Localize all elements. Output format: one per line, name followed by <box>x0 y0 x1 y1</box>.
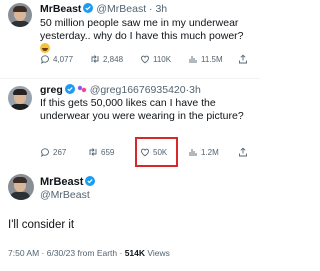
views-button[interactable]: 1.2M <box>188 147 219 157</box>
views-icon <box>189 56 197 63</box>
author-handle[interactable]: @greg16676935420 <box>90 84 186 96</box>
author-name[interactable]: MrBeast <box>40 176 83 188</box>
views-icon <box>189 149 197 156</box>
share-icon <box>239 54 247 64</box>
verified-badge-icon <box>85 176 96 186</box>
author-name[interactable]: greg <box>40 84 63 96</box>
tweet-text: 50 million people saw me in my underwear… <box>40 17 245 56</box>
share-icon <box>239 147 247 157</box>
reply-icon <box>41 148 49 157</box>
verified-badge-icon <box>83 3 94 13</box>
tweet-time[interactable]: 3h <box>155 3 167 15</box>
author-handle[interactable]: @MrBeast <box>40 189 90 201</box>
retweet-icon <box>89 148 97 156</box>
tweet-actions: 4,077 2,848 110K 11.5M <box>40 54 256 68</box>
avatar[interactable] <box>8 3 32 27</box>
affiliate-badge-icon <box>77 85 86 93</box>
author-handle[interactable]: @MrBeast <box>96 3 146 15</box>
tweet-text: If this gets 50,000 likes can I have the… <box>40 97 244 122</box>
tweet-greg[interactable]: greg @greg16676935420·3h If this gets 50… <box>0 82 260 142</box>
tweet-text: I'll consider it <box>8 219 75 231</box>
share-button[interactable] <box>238 54 248 64</box>
retweet-icon <box>91 55 99 63</box>
avatar[interactable] <box>8 86 32 110</box>
author-name[interactable]: MrBeast <box>40 3 81 15</box>
tweet-meta: 7:50 AM · 6/30/23 from Earth · 514K View… <box>8 248 170 258</box>
like-highlight-box <box>135 137 178 167</box>
views-count: 514K <box>124 248 146 258</box>
views-label: Views <box>147 248 170 258</box>
tweet-mrbeast[interactable]: MrBeast @MrBeast · 3h 50 million people … <box>0 0 260 70</box>
reply-button[interactable]: 4,077 <box>40 54 73 64</box>
tweet-timestamp[interactable]: 7:50 AM · 6/30/23 from Earth · <box>8 248 125 258</box>
views-button[interactable]: 11.5M <box>188 54 223 64</box>
share-button[interactable] <box>238 147 248 157</box>
laughing-emoji-icon <box>40 43 50 53</box>
retweet-button[interactable]: 2,848 <box>90 54 123 64</box>
verified-badge-icon <box>64 84 75 94</box>
heart-icon <box>141 55 149 64</box>
tweet-time[interactable]: 3h <box>189 84 201 96</box>
reply-icon <box>41 55 49 64</box>
avatar[interactable] <box>8 174 34 200</box>
reply-button[interactable]: 267 <box>40 147 66 157</box>
like-button[interactable]: 110K <box>140 54 171 64</box>
retweet-button[interactable]: 659 <box>88 147 114 157</box>
divider <box>0 78 260 79</box>
